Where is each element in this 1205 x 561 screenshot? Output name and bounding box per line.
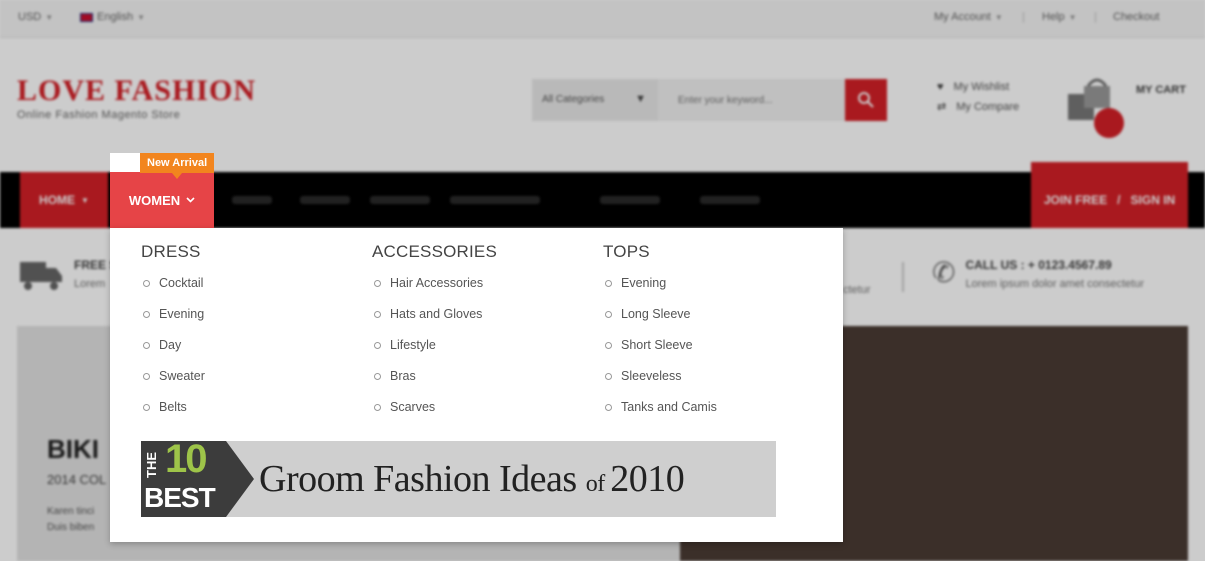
menu-item[interactable]: Short Sleeve bbox=[603, 338, 717, 369]
column-title[interactable]: DRESS bbox=[141, 242, 205, 262]
menu-item-label: Evening bbox=[159, 307, 205, 321]
menu-item[interactable]: Scarves bbox=[372, 400, 497, 431]
menu-item-label: Tanks and Camis bbox=[621, 400, 717, 414]
promo-best: BEST bbox=[144, 482, 216, 513]
circle-bullet-icon bbox=[374, 311, 381, 318]
promo-the: THE bbox=[144, 452, 159, 478]
chevron-down-icon bbox=[186, 197, 195, 203]
menu-column-dress: DRESS Cocktail Evening Day Sweater Belts bbox=[141, 242, 205, 431]
circle-bullet-icon bbox=[605, 373, 612, 380]
menu-item[interactable]: Long Sleeve bbox=[603, 307, 717, 338]
menu-item-label: Scarves bbox=[390, 400, 436, 414]
promo-headline: Groom Fashion Ideas of 2010 bbox=[259, 457, 685, 501]
menu-item[interactable]: Sleeveless bbox=[603, 369, 717, 400]
menu-item[interactable]: Lifestyle bbox=[372, 338, 497, 369]
menu-item[interactable]: Cocktail bbox=[141, 276, 205, 307]
menu-item-label: Evening bbox=[621, 276, 667, 290]
promo-banner[interactable]: THE 10 BEST Groom Fashion Ideas of 2010 bbox=[141, 441, 776, 517]
circle-bullet-icon bbox=[143, 311, 150, 318]
menu-item-label: Sleeveless bbox=[621, 369, 682, 383]
promo-headline-main: Groom Fashion Ideas bbox=[259, 458, 586, 500]
promo-ten: 10 bbox=[165, 441, 207, 481]
menu-item-label: Belts bbox=[159, 400, 187, 414]
menu-item-label: Day bbox=[159, 338, 182, 352]
menu-item[interactable]: Day bbox=[141, 338, 205, 369]
menu-item-label: Hair Accessories bbox=[390, 276, 484, 290]
circle-bullet-icon bbox=[605, 311, 612, 318]
menu-column-accessories: ACCESSORIES Hair Accessories Hats and Gl… bbox=[372, 242, 497, 431]
menu-item-label: Sweater bbox=[159, 369, 205, 383]
menu-item-label: Lifestyle bbox=[390, 338, 436, 352]
promo-headline-year: 2010 bbox=[610, 458, 685, 500]
menu-item-label: Long Sleeve bbox=[621, 307, 691, 321]
promo-arrow-shape bbox=[226, 441, 254, 517]
circle-bullet-icon bbox=[143, 373, 150, 380]
circle-bullet-icon bbox=[374, 373, 381, 380]
circle-bullet-icon bbox=[374, 280, 381, 287]
badge-pointer bbox=[172, 173, 182, 179]
column-title[interactable]: ACCESSORIES bbox=[372, 242, 497, 262]
menu-item[interactable]: Evening bbox=[603, 276, 717, 307]
circle-bullet-icon bbox=[605, 404, 612, 411]
women-mega-menu: DRESS Cocktail Evening Day Sweater Belts… bbox=[110, 228, 843, 542]
menu-item-label: Hats and Gloves bbox=[390, 307, 483, 321]
menu-item[interactable]: Hats and Gloves bbox=[372, 307, 497, 338]
menu-item-label: Short Sleeve bbox=[621, 338, 693, 352]
menu-item[interactable]: Evening bbox=[141, 307, 205, 338]
menu-item[interactable]: Bras bbox=[372, 369, 497, 400]
menu-item-label: Cocktail bbox=[159, 276, 204, 290]
new-arrival-badge: New Arrival bbox=[140, 153, 215, 173]
circle-bullet-icon bbox=[143, 342, 150, 349]
menu-item[interactable]: Sweater bbox=[141, 369, 205, 400]
menu-item-label: Bras bbox=[390, 369, 416, 383]
menu-item[interactable]: Tanks and Camis bbox=[603, 400, 717, 431]
menu-column-tops: TOPS Evening Long Sleeve Short Sleeve Sl… bbox=[603, 242, 717, 431]
nav-women[interactable]: WOMEN bbox=[110, 172, 214, 228]
menu-item[interactable]: Hair Accessories bbox=[372, 276, 497, 307]
circle-bullet-icon bbox=[374, 404, 381, 411]
nav-women-label: WOMEN bbox=[128, 192, 181, 208]
menu-item[interactable]: Belts bbox=[141, 400, 205, 431]
column-title[interactable]: TOPS bbox=[603, 242, 717, 262]
circle-bullet-icon bbox=[605, 280, 612, 287]
circle-bullet-icon bbox=[143, 280, 150, 287]
circle-bullet-icon bbox=[143, 404, 150, 411]
circle-bullet-icon bbox=[374, 342, 381, 349]
promo-headline-of: of bbox=[585, 471, 611, 497]
circle-bullet-icon bbox=[605, 342, 612, 349]
